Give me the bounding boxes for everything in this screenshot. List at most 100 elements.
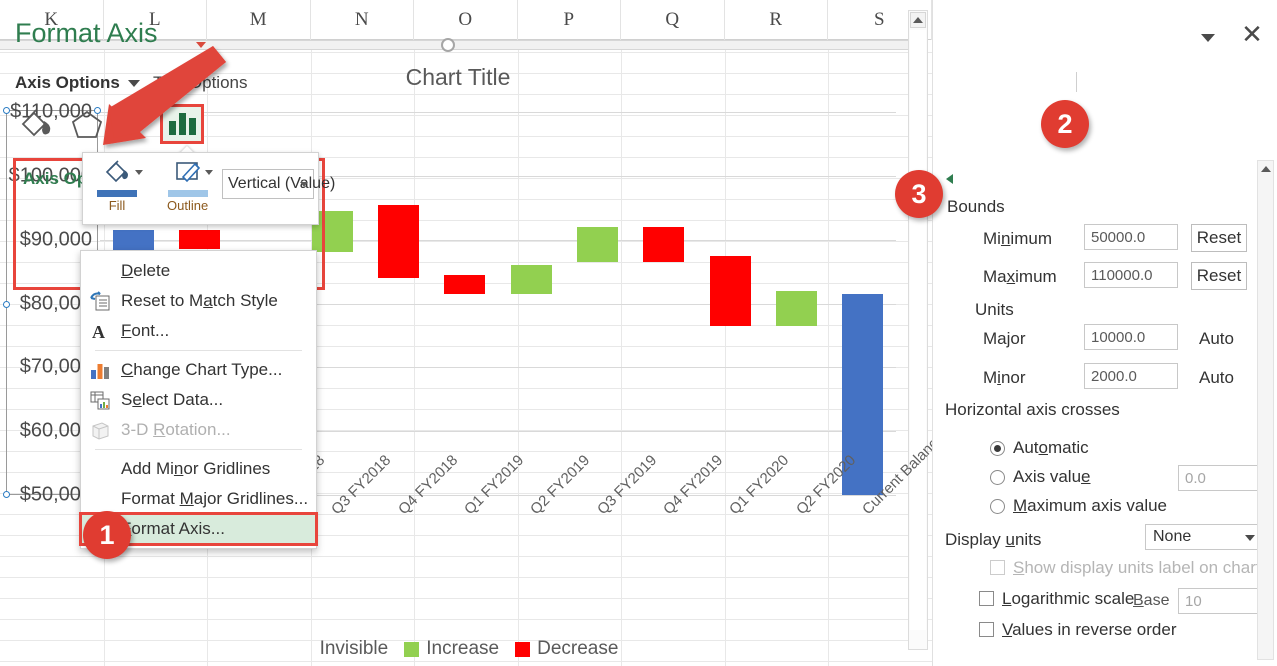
paint-bucket-icon: [21, 109, 51, 137]
menu-separator: [95, 449, 302, 450]
column-header-R[interactable]: R: [725, 0, 828, 40]
display-units-label: Display units: [945, 530, 1042, 549]
show-display-units-label: Show display units label on chart: [1013, 558, 1261, 577]
radio-maximum-axis-value[interactable]: [990, 499, 1005, 514]
bounds-label: Bounds: [947, 197, 1005, 216]
value-axis-tick-label: $50,000: [19, 483, 92, 506]
display-units-select[interactable]: None: [1145, 524, 1263, 550]
values-reverse-order-label: Values in reverse order: [1002, 620, 1177, 639]
context-menu-item[interactable]: Format Major Gridlines...: [81, 484, 316, 514]
context-menu-item[interactable]: A Font...: [81, 316, 316, 346]
base-input[interactable]: 10: [1178, 588, 1263, 614]
maximum-axis-value-label: Maximum axis value: [1013, 496, 1167, 515]
radio-automatic[interactable]: [990, 441, 1005, 456]
column-header-O[interactable]: O: [414, 0, 518, 40]
context-menu-item-label: Add Minor Gridlines: [121, 459, 271, 478]
legend-swatch-icon: [298, 642, 313, 657]
context-menu-item-label: Font...: [121, 321, 170, 340]
fill-tool[interactable]: Fill: [97, 159, 143, 213]
triangle-up-icon: [1261, 166, 1271, 172]
chart-element-value: Vertical (Value): [228, 175, 336, 192]
radio-axis-value[interactable]: [990, 470, 1005, 485]
fill-bucket-icon: [105, 160, 128, 183]
column-header-M[interactable]: M: [207, 0, 311, 40]
checkbox-logarithmic-scale[interactable]: [979, 591, 994, 606]
base-label: Base: [1133, 592, 1170, 609]
outline-dropdown-caret-icon[interactable]: [205, 170, 213, 175]
context-menu-item-label: Delete: [121, 261, 171, 280]
context-menu-item[interactable]: Delete: [81, 256, 316, 286]
units-label: Units: [975, 300, 1014, 319]
checkbox-show-display-units: [990, 560, 1005, 575]
tab-divider: [1076, 72, 1077, 92]
pane-scrollbar[interactable]: [1257, 160, 1274, 660]
chevron-down-icon: [300, 182, 308, 187]
triangle-up-icon: [913, 17, 923, 23]
legend-item[interactable]: Decrease: [515, 638, 618, 660]
callout-2: 2: [1041, 100, 1089, 148]
column-header-N[interactable]: N: [311, 0, 414, 40]
font-icon: A: [89, 320, 111, 342]
callout-3: 3: [895, 170, 943, 218]
display-units-value: None: [1153, 528, 1192, 545]
context-menu-item[interactable]: Add Minor Gridlines: [81, 454, 316, 484]
chart-type-icon: [89, 359, 111, 381]
context-menu-item[interactable]: Select Data...: [81, 385, 316, 415]
logarithmic-scale-label: Logarithmic scale: [1002, 589, 1135, 608]
minimum-reset-button[interactable]: Reset: [1191, 224, 1247, 252]
minimum-input[interactable]: 50000.0: [1084, 224, 1178, 250]
maximum-input[interactable]: 110000.0: [1084, 262, 1178, 288]
fill-and-line-tab[interactable]: [15, 104, 59, 144]
pane-menu-caret-icon[interactable]: [1201, 34, 1215, 42]
reset-style-icon: [89, 290, 111, 312]
scroll-up-button[interactable]: [910, 12, 926, 28]
major-auto-label[interactable]: Auto: [1199, 329, 1234, 349]
context-menu-item[interactable]: Reset to Match Style: [81, 286, 316, 316]
svg-text:A: A: [92, 322, 105, 342]
major-input[interactable]: 10000.0: [1084, 324, 1178, 350]
legend-swatch-icon: [404, 641, 420, 657]
menu-separator: [95, 350, 302, 351]
pencil-outline-icon: [175, 162, 200, 183]
chart-bar[interactable]: [709, 255, 751, 326]
value-axis-tick-label: $80,000: [19, 292, 92, 314]
outline-tool[interactable]: Outline: [167, 159, 213, 213]
axis-value-label: Axis value: [1013, 467, 1091, 486]
legend-label: Decrease: [537, 638, 619, 659]
legend-item[interactable]: Increase: [404, 638, 499, 660]
column-header-Q[interactable]: Q: [621, 0, 725, 40]
column-header-P[interactable]: P: [518, 0, 621, 40]
chart-bar[interactable]: [643, 226, 685, 262]
context-menu-item-label: Format Axis...: [121, 519, 225, 538]
minor-input[interactable]: 2000.0: [1084, 363, 1178, 389]
fill-dropdown-caret-icon[interactable]: [135, 170, 143, 175]
chart-bar[interactable]: [775, 290, 818, 326]
minor-auto-label[interactable]: Auto: [1199, 368, 1234, 388]
callout-1: 1: [83, 511, 131, 559]
chevron-down-icon: [1245, 535, 1255, 541]
context-menu-item-label: Select Data...: [121, 390, 224, 409]
mini-toolbar[interactable]: Fill Outline Vertical (Value): [82, 152, 335, 225]
chart-bar[interactable]: [444, 274, 486, 294]
minor-label: Minor: [983, 368, 1026, 387]
chart-element-select[interactable]: Vertical (Value): [222, 169, 335, 199]
red-arrow-annotation: [103, 46, 226, 145]
legend-item[interactable]: Invisible: [298, 638, 389, 660]
chart-bar[interactable]: [576, 226, 619, 262]
chart-bar[interactable]: [377, 204, 420, 278]
checkbox-values-reverse-order[interactable]: [979, 622, 994, 637]
maximum-label: Maximum: [983, 267, 1057, 286]
section-collapse-triangle-icon[interactable]: [946, 174, 953, 184]
legend-swatch-icon: [515, 641, 531, 657]
context-menu[interactable]: Delete Reset to Match Style A Font... Change…: [79, 250, 318, 549]
context-menu-item[interactable]: Change Chart Type...: [81, 355, 316, 385]
axis-value-input[interactable]: 0.0: [1178, 465, 1263, 491]
value-axis-tick-label: $60,000: [19, 419, 92, 442]
maximum-reset-button[interactable]: Reset: [1191, 262, 1247, 290]
pane-scroll-up-button[interactable]: [1259, 162, 1273, 176]
automatic-label: Automatic: [1013, 438, 1089, 457]
close-icon[interactable]: ✕: [1239, 21, 1265, 48]
context-menu-item-label: Change Chart Type...: [121, 360, 283, 379]
chart-bar[interactable]: [510, 265, 552, 294]
chart-legend[interactable]: Invisible Increase Decrease: [0, 638, 916, 660]
